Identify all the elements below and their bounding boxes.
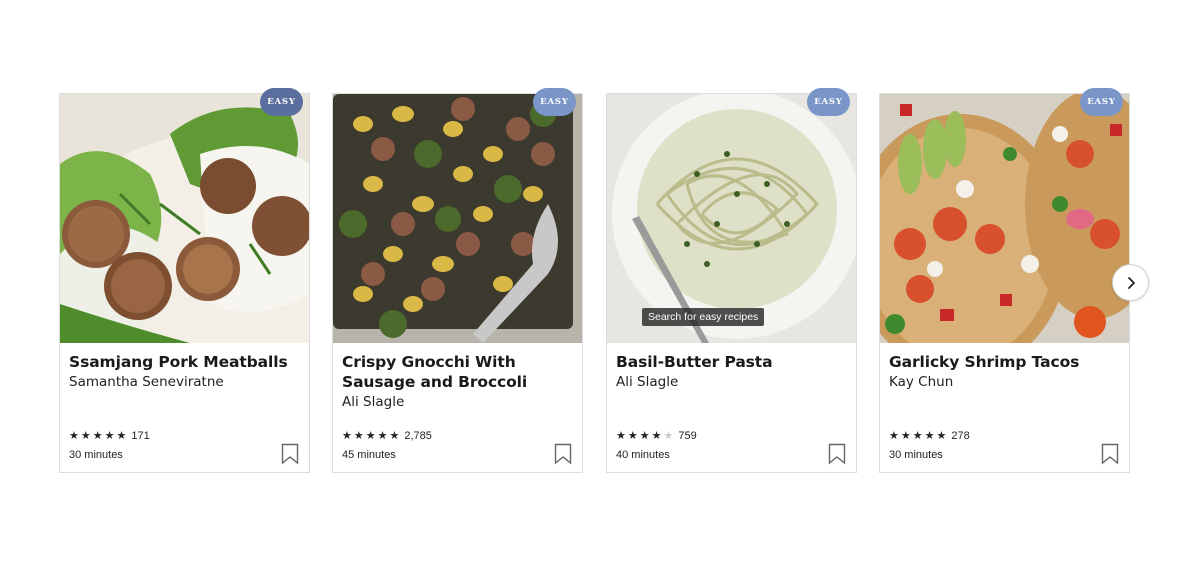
star-icon: ★ — [651, 429, 662, 442]
recipe-card[interactable]: EASY — [879, 88, 1130, 473]
recipe-card[interactable]: EASY — [332, 88, 583, 473]
star-icon: ★ — [924, 429, 935, 442]
difficulty-badge: EASY — [533, 88, 576, 116]
star-icon: ★ — [116, 429, 127, 442]
recipe-info: Basil-Butter Pasta Ali Slagle — [616, 352, 847, 392]
star-icon: ★ — [92, 429, 103, 442]
star-empty-icon: ★ — [663, 429, 674, 442]
recipe-image[interactable]: Search for easy recipes — [607, 94, 856, 343]
recipe-image[interactable] — [880, 94, 1129, 343]
recipe-author: Kay Chun — [889, 374, 954, 390]
star-icon: ★ — [627, 429, 638, 442]
rating-count: 171 — [131, 430, 150, 442]
star-icon: ★ — [639, 429, 650, 442]
star-icon: ★ — [616, 429, 626, 442]
star-rating: ★ ★ ★ ★ ★ — [69, 429, 127, 442]
star-icon: ★ — [389, 429, 400, 442]
difficulty-badge: EASY — [807, 88, 850, 116]
star-icon: ★ — [900, 429, 911, 442]
bookmark-icon[interactable] — [281, 443, 299, 465]
recipe-title[interactable]: Garlicky Shrimp Tacos — [889, 352, 1120, 372]
cook-time: 40 minutes — [616, 449, 670, 461]
star-icon: ★ — [342, 429, 352, 442]
recipe-author: Samantha Seneviratne — [69, 374, 224, 390]
cook-time: 30 minutes — [69, 449, 123, 461]
tooltip: Search for easy recipes — [642, 308, 765, 326]
bookmark-icon[interactable] — [828, 443, 846, 465]
star-icon: ★ — [353, 429, 364, 442]
cook-time: 30 minutes — [889, 449, 943, 461]
rating: ★ ★ ★ ★ ★ 759 — [616, 430, 697, 442]
difficulty-badge: EASY — [260, 88, 303, 116]
cook-time: 45 minutes — [342, 449, 396, 461]
recipe-info: Ssamjang Pork Meatballs Samantha Senevir… — [69, 352, 300, 392]
difficulty-badge: EASY — [1080, 88, 1123, 116]
rating: ★ ★ ★ ★ ★ 2,785 — [342, 430, 432, 442]
recipe-author: Ali Slagle — [616, 374, 679, 390]
rating-count: 759 — [678, 430, 697, 442]
recipe-card[interactable]: EASY Search for easy recipes Basil-Butte… — [606, 88, 857, 473]
star-icon: ★ — [104, 429, 115, 442]
recipe-author: Ali Slagle — [342, 394, 405, 410]
rating: ★ ★ ★ ★ ★ 171 — [69, 430, 150, 442]
rating: ★ ★ ★ ★ ★ 278 — [889, 430, 970, 442]
bookmark-icon[interactable] — [1101, 443, 1119, 465]
basil-pasta-image — [607, 94, 856, 343]
star-icon: ★ — [365, 429, 376, 442]
bookmark-icon[interactable] — [554, 443, 572, 465]
star-icon: ★ — [889, 429, 899, 442]
star-icon: ★ — [936, 429, 947, 442]
chevron-right-icon — [1127, 276, 1135, 289]
star-icon: ★ — [377, 429, 388, 442]
gnocchi-image — [333, 94, 582, 343]
recipe-carousel: EASY Ssamjang Pork Meatballs Samantha Se… — [59, 87, 1151, 477]
recipe-title[interactable]: Basil-Butter Pasta — [616, 352, 847, 372]
recipe-info: Crispy Gnocchi With Sausage and Broccoli… — [342, 352, 573, 412]
rating-count: 278 — [951, 430, 970, 442]
recipe-info: Garlicky Shrimp Tacos Kay Chun — [889, 352, 1120, 392]
star-rating: ★ ★ ★ ★ ★ — [889, 429, 947, 442]
shrimp-tacos-image — [880, 94, 1129, 343]
recipe-image[interactable] — [60, 94, 309, 343]
recipe-title[interactable]: Crispy Gnocchi With Sausage and Broccoli — [342, 352, 573, 392]
star-rating: ★ ★ ★ ★ ★ — [616, 429, 674, 442]
pork-meatballs-image — [60, 94, 309, 343]
recipe-title[interactable]: Ssamjang Pork Meatballs — [69, 352, 300, 372]
star-icon: ★ — [80, 429, 91, 442]
carousel-next-button[interactable] — [1112, 264, 1149, 301]
star-icon: ★ — [69, 429, 79, 442]
recipe-card[interactable]: EASY Ssamjang Pork Meatballs Samantha Se… — [59, 88, 310, 473]
rating-count: 2,785 — [404, 430, 432, 442]
star-rating: ★ ★ ★ ★ ★ — [342, 429, 400, 442]
star-icon: ★ — [912, 429, 923, 442]
recipe-image[interactable] — [333, 94, 582, 343]
